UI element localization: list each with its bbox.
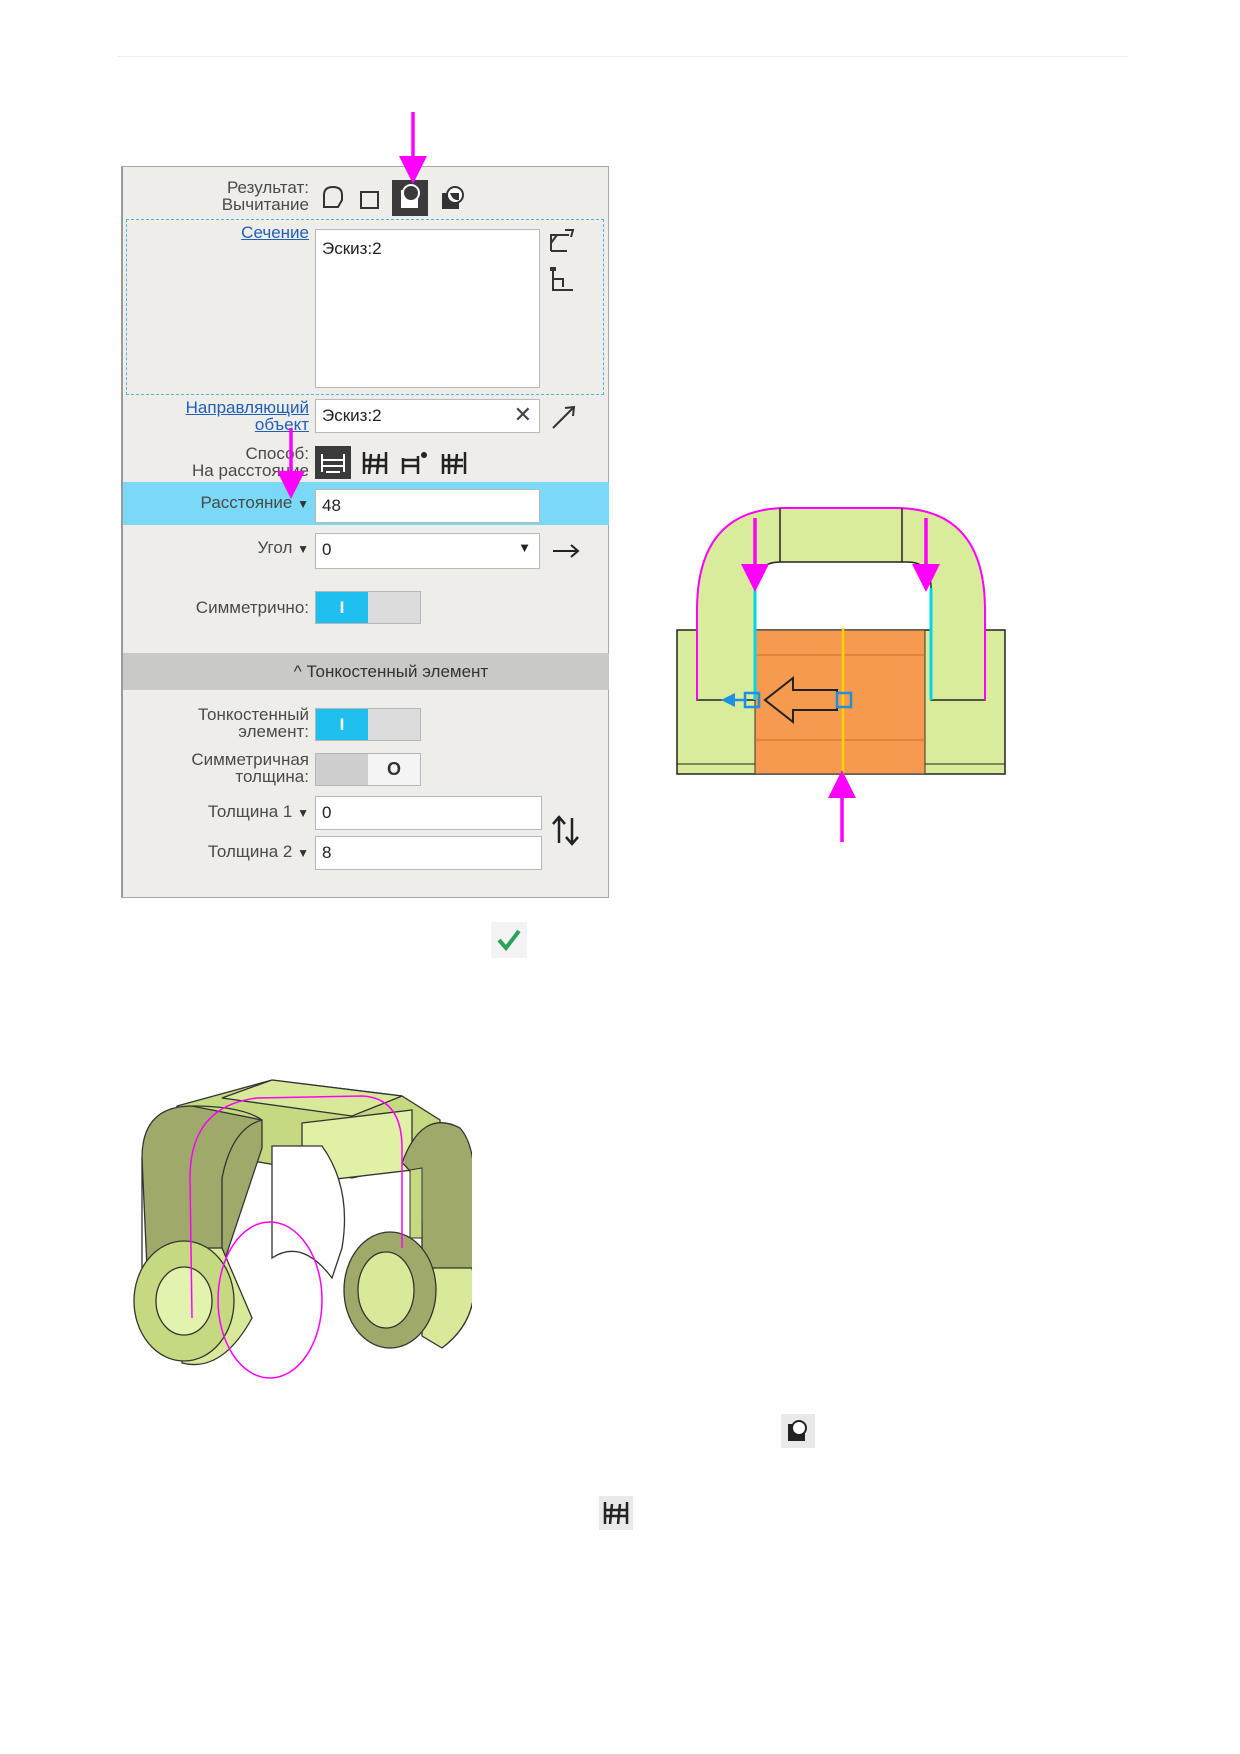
through-all-icon xyxy=(599,1496,633,1530)
thickness2-label[interactable]: Толщина 2 ▼ xyxy=(163,843,309,862)
symmetric-toggle[interactable]: I xyxy=(315,591,421,624)
distance-label[interactable]: Расстояние ▼ xyxy=(163,494,309,513)
chevron-down-icon[interactable]: ▼ xyxy=(518,540,531,555)
toggle-off-track xyxy=(316,754,368,785)
thickness2-input[interactable]: 8 xyxy=(315,836,542,870)
section-link[interactable]: Сечение xyxy=(223,224,309,241)
angle-select[interactable]: 0 ▼ xyxy=(315,533,540,569)
thickness1-input[interactable]: 0 xyxy=(315,796,542,830)
to-surface-icon[interactable] xyxy=(438,448,470,478)
toggle-off-state: O xyxy=(368,754,420,785)
result-label: Результат: Вычитание xyxy=(221,178,309,214)
angle-label[interactable]: Угол ▼ xyxy=(163,539,310,558)
dropdown-caret-icon[interactable]: ▼ xyxy=(297,806,309,820)
toggle-off-track xyxy=(368,592,420,623)
sketch-select-icon[interactable] xyxy=(547,227,577,255)
sectional-view xyxy=(676,507,1006,776)
toggle-on-state: I xyxy=(316,592,368,623)
to-vertex-icon[interactable] xyxy=(398,448,430,478)
thin-wall-label: Тонкостенный элемент: xyxy=(197,705,309,741)
guide-object-link[interactable]: Направляющий объект xyxy=(163,399,309,433)
dropdown-caret-icon[interactable]: ▼ xyxy=(297,542,309,556)
shape-icon[interactable] xyxy=(319,183,347,211)
angle-value: 0 xyxy=(322,540,332,559)
box-icon[interactable] xyxy=(358,189,382,211)
symmetric-thickness-toggle[interactable]: O xyxy=(315,753,421,786)
selected-body xyxy=(754,629,926,775)
symmetric-label: Симметрично: xyxy=(195,598,309,617)
reverse-arrow-icon[interactable] xyxy=(551,539,581,563)
symmetric-thickness-label: Симметричная толщина: xyxy=(191,750,309,786)
section-list-item[interactable]: Эскиз:2 xyxy=(322,239,382,258)
sketch-edit-icon[interactable] xyxy=(547,265,577,295)
to-distance-icon[interactable] xyxy=(315,446,351,479)
subtract-icon xyxy=(781,1414,815,1448)
apply-checkmark-button[interactable] xyxy=(491,922,527,958)
chevron-up-icon: ^ xyxy=(293,662,302,681)
3d-part-preview xyxy=(133,1079,472,1379)
guide-object-field[interactable]: Эскиз:2 ✕ xyxy=(315,399,540,433)
extrusion-properties-panel: Результат: Вычитание Сечение Эскиз:2 Нап… xyxy=(121,166,609,898)
section-list[interactable]: Эскиз:2 xyxy=(315,229,540,388)
toggle-on-state: I xyxy=(316,709,368,740)
thin-wall-group-header[interactable]: ^ Тонкостенный элемент xyxy=(123,653,609,690)
guide-object-value: Эскиз:2 xyxy=(322,406,382,425)
thin-wall-toggle[interactable]: I xyxy=(315,708,421,741)
swap-thickness-icon[interactable] xyxy=(549,813,583,849)
distance-input[interactable]: 48 xyxy=(315,489,540,523)
intersect-icon[interactable] xyxy=(438,183,468,213)
method-label: Способ: На расстояние xyxy=(192,444,309,480)
subtract-icon[interactable] xyxy=(392,180,428,216)
dropdown-caret-icon[interactable]: ▼ xyxy=(297,846,309,860)
dropdown-caret-icon[interactable]: ▼ xyxy=(297,497,309,511)
checkmark-icon xyxy=(497,929,521,952)
thickness1-label[interactable]: Толщина 1 ▼ xyxy=(163,803,309,822)
toggle-off-track xyxy=(368,709,420,740)
page-top-rule xyxy=(118,56,1128,57)
clear-icon[interactable]: ✕ xyxy=(514,402,532,428)
through-all-icon[interactable] xyxy=(359,448,391,478)
direction-arrow-icon[interactable] xyxy=(549,403,579,431)
